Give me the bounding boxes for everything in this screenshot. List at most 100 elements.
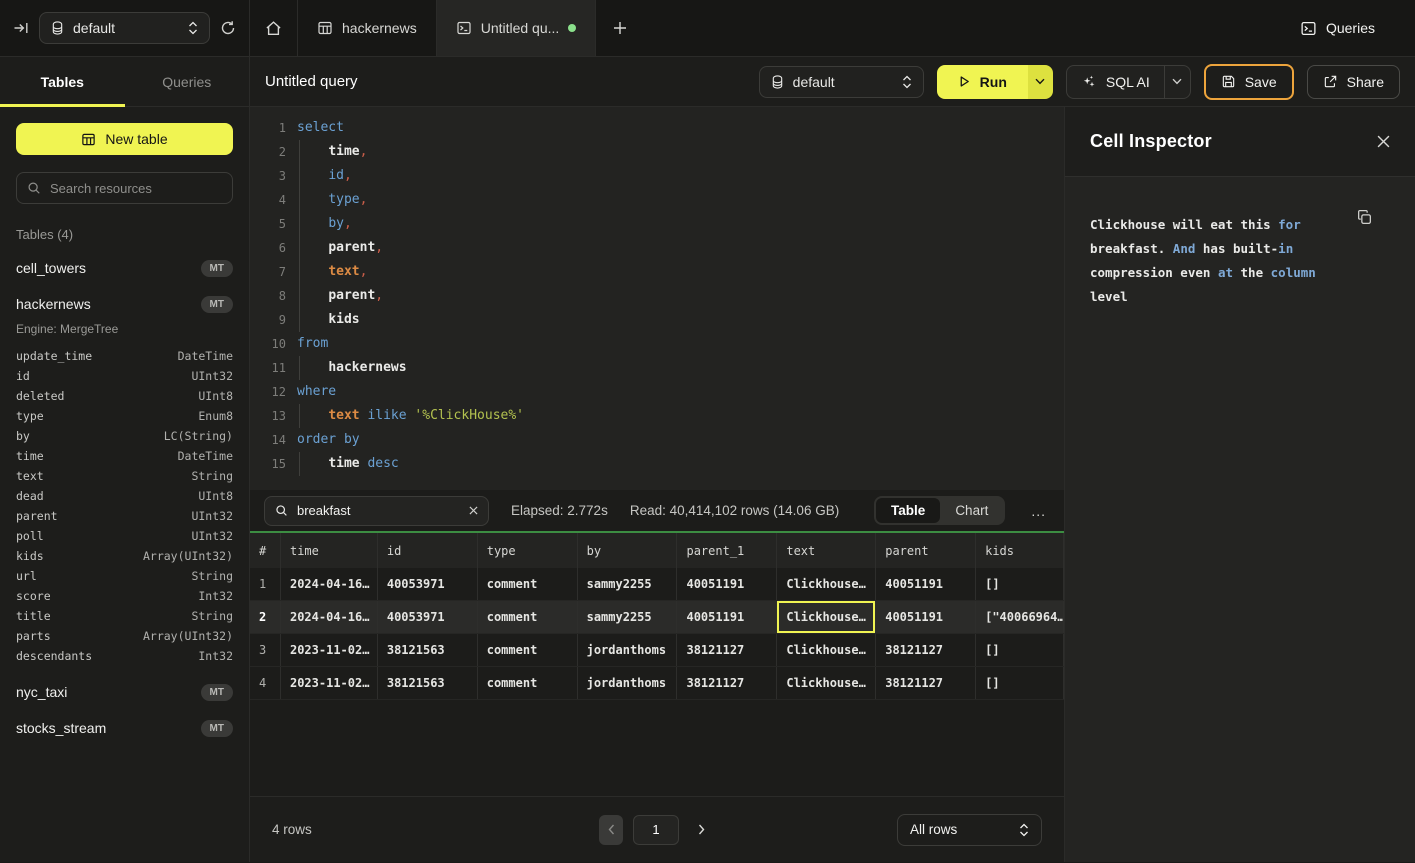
clear-search-icon[interactable]: [469, 506, 478, 515]
page-number-input[interactable]: [633, 815, 679, 845]
table-cell[interactable]: Clickhouse…: [777, 634, 876, 666]
table-cell[interactable]: 38121127: [677, 667, 777, 699]
table-row[interactable]: 12024-04-16…40053971commentsammy22554005…: [250, 568, 1064, 601]
page-size-selector[interactable]: All rows: [897, 814, 1042, 846]
collapse-sidebar-icon[interactable]: [13, 20, 29, 36]
next-page-button[interactable]: [689, 815, 713, 845]
column-row[interactable]: deadUInt8: [16, 486, 233, 506]
resource-search[interactable]: [16, 172, 233, 204]
code-line[interactable]: 6 parent,: [250, 236, 1064, 260]
table-cell[interactable]: Clickhouse…: [777, 568, 876, 600]
sql-editor[interactable]: 1select2 time,3 id,4 type,5 by,6 parent,…: [250, 107, 1064, 490]
table-cell[interactable]: 38121127: [876, 634, 976, 666]
table-cell[interactable]: 38121563: [378, 667, 478, 699]
column-header[interactable]: type: [478, 533, 578, 568]
column-row[interactable]: timeDateTime: [16, 446, 233, 466]
table-cell[interactable]: comment: [478, 634, 578, 666]
table-cell[interactable]: 2024-04-16…: [281, 568, 378, 600]
code-line[interactable]: 9 kids: [250, 308, 1064, 332]
table-cell[interactable]: ["40066964…: [976, 601, 1064, 633]
run-options-caret[interactable]: [1028, 65, 1053, 99]
column-row[interactable]: typeEnum8: [16, 406, 233, 426]
table-cell[interactable]: 40053971: [378, 568, 478, 600]
refresh-icon[interactable]: [220, 20, 236, 36]
column-row[interactable]: parentUInt32: [16, 506, 233, 526]
column-header[interactable]: kids: [976, 533, 1064, 568]
sql-ai-caret[interactable]: [1164, 66, 1190, 98]
results-search-input[interactable]: [297, 503, 460, 518]
column-row[interactable]: descendantsInt32: [16, 646, 233, 666]
code-line[interactable]: 15 time desc: [250, 452, 1064, 476]
table-cell[interactable]: comment: [478, 568, 578, 600]
results-search[interactable]: [264, 496, 489, 526]
resource-search-input[interactable]: [50, 181, 226, 196]
tab-home[interactable]: [250, 0, 298, 56]
table-cell[interactable]: jordanthoms: [578, 634, 678, 666]
column-row[interactable]: pollUInt32: [16, 526, 233, 546]
table-cell[interactable]: 40051191: [677, 568, 777, 600]
column-row[interactable]: partsArray(UInt32): [16, 626, 233, 646]
table-cell[interactable]: comment: [478, 601, 578, 633]
column-row[interactable]: scoreInt32: [16, 586, 233, 606]
column-header[interactable]: by: [578, 533, 678, 568]
sql-ai-button[interactable]: SQL AI: [1066, 65, 1191, 99]
code-line[interactable]: 2 time,: [250, 140, 1064, 164]
table-cell[interactable]: jordanthoms: [578, 667, 678, 699]
table-cell[interactable]: 40051191: [876, 601, 976, 633]
column-row[interactable]: update_timeDateTime: [16, 346, 233, 366]
code-line[interactable]: 5 by,: [250, 212, 1064, 236]
share-button[interactable]: Share: [1307, 65, 1400, 99]
table-cell[interactable]: []: [976, 634, 1064, 666]
column-header[interactable]: parent: [876, 533, 976, 568]
table-row[interactable]: 42023-11-02…38121563commentjordanthoms38…: [250, 667, 1064, 700]
table-cell[interactable]: []: [976, 667, 1064, 699]
code-line[interactable]: 1select: [250, 116, 1064, 140]
run-button[interactable]: Run: [937, 65, 1053, 99]
tab-hackernews[interactable]: hackernews: [298, 0, 437, 56]
column-header[interactable]: id: [378, 533, 478, 568]
column-row[interactable]: urlString: [16, 566, 233, 586]
table-cell[interactable]: comment: [478, 667, 578, 699]
query-database-selector[interactable]: default: [759, 66, 924, 98]
copy-icon[interactable]: [1356, 209, 1373, 226]
table-cell[interactable]: Clickhouse…: [777, 601, 876, 633]
code-line[interactable]: 8 parent,: [250, 284, 1064, 308]
column-row[interactable]: byLC(String): [16, 426, 233, 446]
table-row[interactable]: 32023-11-02…38121563commentjordanthoms38…: [250, 634, 1064, 667]
code-line[interactable]: 13 text ilike '%ClickHouse%': [250, 404, 1064, 428]
new-tab-button[interactable]: [596, 0, 644, 56]
column-header[interactable]: text: [777, 533, 876, 568]
column-row[interactable]: deletedUInt8: [16, 386, 233, 406]
column-row[interactable]: kidsArray(UInt32): [16, 546, 233, 566]
queries-button[interactable]: Queries: [1300, 0, 1415, 56]
close-icon[interactable]: [1377, 135, 1390, 148]
code-line[interactable]: 11 hackernews: [250, 356, 1064, 380]
column-row[interactable]: idUInt32: [16, 366, 233, 386]
table-cell[interactable]: 38121127: [876, 667, 976, 699]
table-cell[interactable]: sammy2255: [578, 568, 678, 600]
view-tab-table[interactable]: Table: [876, 498, 940, 523]
table-cell[interactable]: 38121563: [378, 634, 478, 666]
table-cell[interactable]: 40053971: [378, 601, 478, 633]
column-row[interactable]: textString: [16, 466, 233, 486]
code-line[interactable]: 10from: [250, 332, 1064, 356]
code-line[interactable]: 4 type,: [250, 188, 1064, 212]
more-options-icon[interactable]: ...: [1027, 503, 1050, 519]
table-cell[interactable]: 38121127: [677, 634, 777, 666]
code-line[interactable]: 12where: [250, 380, 1064, 404]
table-cell[interactable]: 2023-11-02…: [281, 634, 378, 666]
column-row[interactable]: titleString: [16, 606, 233, 626]
database-selector[interactable]: default: [39, 12, 210, 44]
tab-untitled-query[interactable]: Untitled qu...: [437, 0, 597, 56]
table-cell[interactable]: 2024-04-16…: [281, 601, 378, 633]
previous-page-button[interactable]: [599, 815, 623, 845]
new-table-button[interactable]: New table: [16, 123, 233, 155]
code-line[interactable]: 14order by: [250, 428, 1064, 452]
table-cell[interactable]: sammy2255: [578, 601, 678, 633]
column-header[interactable]: parent_1: [677, 533, 777, 568]
column-header[interactable]: time: [281, 533, 378, 568]
table-item[interactable]: hackernewsMT: [16, 294, 233, 314]
save-button[interactable]: Save: [1204, 64, 1294, 100]
table-item[interactable]: cell_towersMT: [16, 258, 233, 278]
sidebar-tab-queries[interactable]: Queries: [125, 57, 250, 106]
